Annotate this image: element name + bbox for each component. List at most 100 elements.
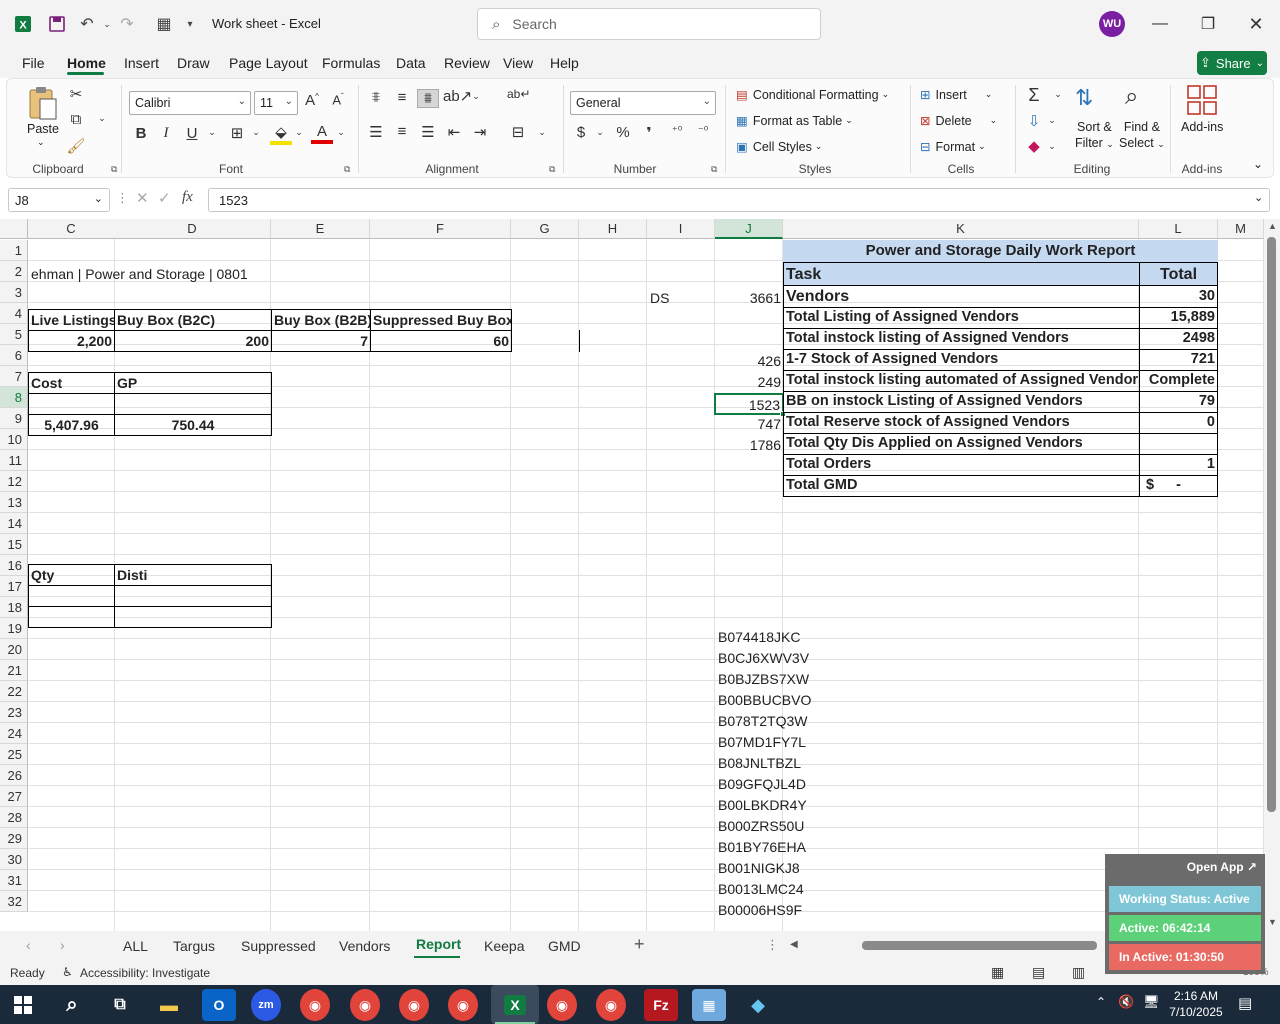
report-task-cell[interactable]: Total Orders	[783, 454, 1140, 476]
row-header-19[interactable]: 19	[0, 618, 28, 639]
asin-cell[interactable]: B078T2TQ3W	[716, 711, 916, 731]
asin-cell[interactable]: B0BJZBS7XW	[716, 669, 916, 689]
row-header-8[interactable]: 8	[0, 387, 28, 408]
report-total-cell[interactable]: 721	[1139, 349, 1218, 371]
cell-j8-selected[interactable]: 1523	[714, 393, 784, 415]
cell-c4[interactable]: Live Listings	[28, 309, 115, 331]
row-header-9[interactable]: 9	[0, 408, 28, 429]
report-header-total[interactable]: Total	[1139, 262, 1218, 286]
save-icon[interactable]	[44, 12, 70, 36]
sheet-tab-suppressed[interactable]: Suppressed	[241, 938, 316, 954]
delete-cells-button[interactable]: ⊠ Delete ⌄	[920, 113, 997, 129]
more-sheets-icon[interactable]: ⋮	[766, 937, 779, 953]
tab-file[interactable]: File	[22, 55, 45, 71]
row-header-26[interactable]: 26	[0, 765, 28, 786]
tab-review[interactable]: Review	[444, 55, 490, 71]
row-header-2[interactable]: 2	[0, 261, 28, 282]
decrease-indent-icon[interactable]: ⇤	[443, 123, 465, 141]
row-header-20[interactable]: 20	[0, 639, 28, 660]
cell-d8[interactable]	[114, 393, 272, 415]
tab-page-layout[interactable]: Page Layout	[229, 55, 308, 71]
clipboard-launcher-icon[interactable]: ⧉	[111, 164, 117, 175]
show-hidden-icons[interactable]: ⌃	[1096, 995, 1106, 1009]
row-header-3[interactable]: 3	[0, 282, 28, 303]
page-break-view-icon[interactable]: ▥	[1072, 964, 1085, 981]
row-header-6[interactable]: 6	[0, 345, 28, 366]
column-header-l[interactable]: L	[1139, 219, 1218, 239]
cell-d16[interactable]: Disti	[114, 564, 272, 586]
excel-taskbar-icon[interactable]: X	[491, 985, 539, 1024]
chrome-icon[interactable]: ◉	[350, 989, 380, 1021]
underline-dropdown-icon[interactable]: ⌄	[201, 127, 223, 138]
cell-e5[interactable]: 7	[271, 330, 371, 352]
borders-dropdown-icon[interactable]: ⌄	[245, 127, 267, 138]
report-task-cell[interactable]: Total instock listing automated of Assig…	[783, 370, 1140, 392]
report-total-cell[interactable]: 79	[1139, 391, 1218, 413]
report-task-cell[interactable]: Total instock listing of Assigned Vendor…	[783, 328, 1140, 350]
comma-style-icon[interactable]: ❜	[638, 124, 660, 142]
column-header-d[interactable]: D	[114, 219, 271, 239]
asin-cell[interactable]: B09GFQJL4D	[716, 774, 916, 794]
font-size-select[interactable]: 11 ⌄	[254, 91, 298, 115]
italic-icon[interactable]: I	[155, 125, 177, 142]
calculator-app-icon[interactable]: ▦	[692, 989, 726, 1021]
format-painter-icon[interactable]: 🖌	[65, 137, 87, 155]
column-header-h[interactable]: H	[579, 219, 647, 239]
row-header-29[interactable]: 29	[0, 828, 28, 849]
scroll-up-icon[interactable]: ▲	[1268, 221, 1277, 231]
minimize-icon[interactable]: —	[1143, 10, 1177, 38]
merge-dropdown-icon[interactable]: ⌄	[531, 127, 553, 138]
tab-draw[interactable]: Draw	[177, 55, 210, 71]
cell-c16[interactable]: Qty	[28, 564, 115, 586]
report-total-cell[interactable]	[1139, 433, 1218, 455]
wrap-text-icon[interactable]: ab↵	[507, 87, 530, 101]
vertical-scroll-thumb[interactable]	[1267, 237, 1276, 812]
row-header-1[interactable]: 1	[0, 240, 28, 261]
find-select-button[interactable]: Find & Select ⌄	[1119, 119, 1165, 152]
report-total-cell[interactable]: 0	[1139, 412, 1218, 434]
align-right-icon[interactable]: ☰	[417, 123, 439, 141]
asin-cell[interactable]: B01BY76EHA	[716, 837, 916, 857]
report-task-cell[interactable]: 1-7 Stock of Assigned Vendors	[783, 349, 1140, 371]
row-header-24[interactable]: 24	[0, 723, 28, 744]
format-cells-button[interactable]: ⊟ Format ⌄	[920, 139, 986, 155]
report-task-cell[interactable]: Total Qty Dis Applied on Assigned Vendor…	[783, 433, 1140, 455]
search-icon[interactable]: ⌕	[55, 989, 89, 1021]
conditional-formatting-button[interactable]: ▤ Conditional Formatting ⌄	[736, 87, 889, 103]
row-header-17[interactable]: 17	[0, 576, 28, 597]
sheet-tab-all[interactable]: ALL	[123, 938, 148, 954]
tab-help[interactable]: Help	[550, 55, 579, 71]
zoom-app-icon[interactable]: zm	[251, 989, 281, 1021]
row-header-16[interactable]: 16	[0, 555, 28, 576]
cell-j3[interactable]: 3661	[716, 288, 783, 308]
horizontal-scroll-thumb[interactable]	[862, 941, 1097, 950]
cell-c8[interactable]	[28, 393, 115, 415]
cell-j9[interactable]: 747	[716, 414, 783, 434]
row-header-15[interactable]: 15	[0, 534, 28, 555]
windows-start-icon[interactable]	[6, 989, 40, 1021]
asin-cell[interactable]: B08JNLTBZL	[716, 753, 916, 773]
row-header-23[interactable]: 23	[0, 702, 28, 723]
open-app-link[interactable]: Open App ↗	[1187, 860, 1257, 874]
worksheet-grid[interactable]: C D E F G H I J K L M 1 2 3 4 5 6 7 8 9 10 11 12 13 14 15 16 17 18 19…	[0, 219, 1264, 931]
new-sheet-icon[interactable]: +	[634, 934, 645, 955]
decrease-font-icon[interactable]: Aˇ	[327, 92, 349, 107]
increase-font-icon[interactable]: A^	[301, 92, 323, 109]
column-header-j[interactable]: J	[715, 219, 783, 239]
asin-cell[interactable]: B00006HS9F	[716, 900, 916, 920]
sheet-tab-keepa[interactable]: Keepa	[484, 938, 524, 954]
report-total-cell[interactable]: 1	[1139, 454, 1218, 476]
filezilla-icon[interactable]: Fz	[644, 989, 678, 1021]
row-header-22[interactable]: 22	[0, 681, 28, 702]
fill-color-dropdown-icon[interactable]: ⌄	[288, 127, 310, 138]
chrome-icon[interactable]: ◉	[596, 989, 626, 1021]
column-header-c[interactable]: C	[28, 219, 115, 239]
file-explorer-icon[interactable]: ▬	[152, 989, 186, 1021]
row-header-25[interactable]: 25	[0, 744, 28, 765]
scroll-sheets-left-icon[interactable]: ‹	[26, 937, 31, 953]
vertical-scrollbar[interactable]: ▲ ▼	[1264, 219, 1280, 931]
chrome-icon[interactable]: ◉	[547, 989, 577, 1021]
align-middle-icon[interactable]: ≡	[391, 89, 413, 106]
cell-j6[interactable]: 426	[716, 351, 783, 371]
more-options-icon[interactable]: ⋮	[116, 190, 129, 206]
